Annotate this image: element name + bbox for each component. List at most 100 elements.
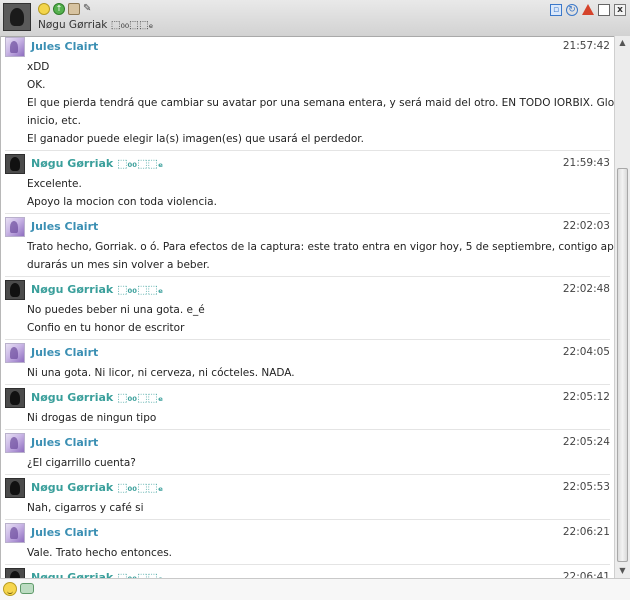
upload-icon[interactable]: ↑ (53, 3, 65, 15)
message-line: Excelente. (27, 178, 82, 190)
sender-name[interactable]: Nøgu Gørriak ⬚₀₀⬚⬚ₑ (31, 157, 163, 170)
message-line: durarás un mes sin volver a beber. (27, 259, 210, 271)
message-timestamp: 22:05:12 (562, 391, 610, 403)
message-header: Jules Clairt 22:04:05 (1, 342, 614, 364)
message-timestamp: 21:57:42 (562, 40, 610, 52)
message-timestamp: 22:02:03 (562, 220, 610, 232)
sender-avatar[interactable] (5, 154, 25, 174)
message-line: Nah, cigarros y café si (27, 502, 144, 514)
message-line: Trato hecho, Gorriak. o ó. Para efectos … (27, 241, 614, 253)
message-divider (5, 564, 610, 565)
sender-avatar[interactable] (5, 478, 25, 498)
message-header: Jules Clairt 22:05:24 (1, 432, 614, 454)
input-toolbar (0, 578, 630, 600)
message-divider (5, 276, 610, 277)
message-line: ¿El cigarrillo cuenta? (27, 457, 136, 469)
sender-avatar[interactable] (5, 523, 25, 543)
message-body: xDD OK. El que pierda tendrá que cambiar s… (1, 58, 614, 148)
camera-icon[interactable] (68, 3, 80, 15)
message-line: Ni una gota. Ni licor, ni cerveza, ni có… (27, 367, 295, 379)
chat-message: Nøgu Gørriak ⬚₀₀⬚⬚ₑ 21:59:43 Excelente. Apo… (1, 153, 614, 214)
sender-name[interactable]: Nøgu Gørriak ⬚₀₀⬚⬚ₑ (31, 391, 163, 404)
smiley-icon[interactable] (38, 3, 50, 15)
message-line: inicio, etc. (27, 115, 81, 127)
message-timestamp: 22:05:53 (562, 481, 610, 493)
message-header: Nøgu Gørriak ⬚₀₀⬚⬚ₑ 22:02:48 (1, 279, 614, 301)
message-body: ¿El cigarrillo cuenta? (1, 454, 614, 472)
message-timestamp: 21:59:43 (562, 157, 610, 169)
message-header: Nøgu Gørriak ⬚₀₀⬚⬚ₑ 21:59:43 (1, 153, 614, 175)
sender-avatar[interactable] (5, 433, 25, 453)
message-divider (5, 474, 610, 475)
message-line: No puedes beber ni una gota. e_é (27, 304, 205, 316)
scrollbar-thumb[interactable] (617, 168, 628, 562)
refresh-icon[interactable]: ↻ (566, 4, 578, 16)
sender-avatar[interactable] (5, 217, 25, 237)
message-list: Jules Clairt 21:57:42 xDD OK. El que pierda … (1, 36, 614, 578)
message-line: Confio en tu honor de escritor (27, 322, 185, 334)
sender-name[interactable]: Nøgu Gørriak ⬚₀₀⬚⬚ₑ (31, 283, 163, 296)
message-timestamp: 22:04:05 (562, 346, 610, 358)
window-controls: ▫ ↻ x (550, 4, 626, 16)
contact-avatar[interactable] (3, 3, 31, 31)
sender-name[interactable]: Jules Clairt (31, 40, 98, 53)
message-header: Jules Clairt 21:57:42 (1, 36, 614, 58)
message-header: Nøgu Gørriak ⬚₀₀⬚⬚ₑ 22:05:53 (1, 477, 614, 499)
message-divider (5, 339, 610, 340)
chat-message: Nøgu Gørriak ⬚₀₀⬚⬚ₑ22:06:41Nada que aton… (1, 567, 614, 578)
scroll-up-icon[interactable]: ▲ (616, 36, 629, 50)
sender-name[interactable]: Jules Clairt (31, 526, 98, 539)
pen-icon[interactable]: ✎ (83, 3, 91, 15)
chat-message: Jules Clairt 22:05:24 ¿El cigarrillo cuent… (1, 432, 614, 475)
chat-message: Nøgu Gørriak ⬚₀₀⬚⬚ₑ 22:02:48 No puedes beb… (1, 279, 614, 340)
sender-name[interactable]: Jules Clairt (31, 346, 98, 359)
chat-message: Jules Clairt 21:57:42 xDD OK. El que pierda … (1, 36, 614, 151)
emoticon-icon[interactable] (3, 582, 17, 596)
message-body: Ni una gota. Ni licor, ni cerveza, ni có… (1, 364, 614, 382)
contact-status-icons: ↑ ✎ (38, 3, 91, 17)
message-line: OK. (27, 79, 46, 91)
restore-icon[interactable]: ▫ (550, 4, 562, 16)
message-divider (5, 384, 610, 385)
message-timestamp: 22:05:24 (562, 436, 610, 448)
sender-avatar[interactable] (5, 388, 25, 408)
sender-avatar[interactable] (5, 568, 25, 578)
contact-name: Nøgu Gørriak ⬚₀₀⬚⬚ₑ (38, 19, 154, 31)
minimize-icon[interactable] (598, 4, 610, 16)
chat-message: Jules Clairt 22:04:05 Ni una gota. Ni lico… (1, 342, 614, 385)
message-line: Apoyo la mocion con toda violencia. (27, 196, 217, 208)
message-header: Nøgu Gørriak ⬚₀₀⬚⬚ₑ 22:05:12 (1, 387, 614, 409)
sender-name[interactable]: Nøgu Gørriak ⬚₀₀⬚⬚ₑ (31, 571, 163, 578)
chat-message: Nøgu Gørriak ⬚₀₀⬚⬚ₑ 22:05:12 Ni drogas de … (1, 387, 614, 430)
message-line: El ganador puede elegir la(s) imagen(es)… (27, 133, 364, 145)
chat-message: Jules Clairt 22:02:03 Trato hecho, Gorriak… (1, 216, 614, 277)
sender-avatar[interactable] (5, 280, 25, 300)
window-titlebar: ↑ ✎ Nøgu Gørriak ⬚₀₀⬚⬚ₑ ▫ ↻ x (0, 0, 630, 37)
close-icon[interactable]: x (614, 4, 626, 16)
message-body: Vale. Trato hecho entonces. (1, 544, 614, 562)
sender-avatar[interactable] (5, 343, 25, 363)
message-line: Vale. Trato hecho entonces. (27, 547, 173, 559)
sender-name[interactable]: Nøgu Gørriak ⬚₀₀⬚⬚ₑ (31, 481, 163, 494)
sender-avatar[interactable] (5, 37, 25, 57)
message-divider (5, 213, 610, 214)
message-body: Trato hecho, Gorriak. o ó. Para efectos … (1, 238, 614, 274)
alert-icon[interactable] (582, 4, 594, 15)
scroll-down-icon[interactable]: ▼ (616, 564, 629, 578)
chat-message: Jules Clairt 22:06:21 Vale. Trato hecho en… (1, 522, 614, 565)
message-divider (5, 429, 610, 430)
message-divider (5, 519, 610, 520)
message-body: Excelente. Apoyo la mocion con toda viole… (1, 175, 614, 211)
chat-bubble-icon[interactable] (20, 583, 34, 594)
sender-name[interactable]: Jules Clairt (31, 220, 98, 233)
message-body: Ni drogas de ningun tipo (1, 409, 614, 427)
chat-scrollbar[interactable]: ▲ ▼ (614, 36, 630, 578)
chat-history[interactable]: Jules Clairt 21:57:42 xDD OK. El que pierda … (0, 36, 614, 578)
message-line: El que pierda tendrá que cambiar su avat… (27, 97, 614, 109)
message-timestamp: 22:06:41 (562, 571, 610, 578)
message-header: Jules Clairt 22:02:03 (1, 216, 614, 238)
message-line: Ni drogas de ningun tipo (27, 412, 157, 424)
sender-name[interactable]: Jules Clairt (31, 436, 98, 449)
message-body: Nah, cigarros y café si (1, 499, 614, 517)
message-timestamp: 22:02:48 (562, 283, 610, 295)
